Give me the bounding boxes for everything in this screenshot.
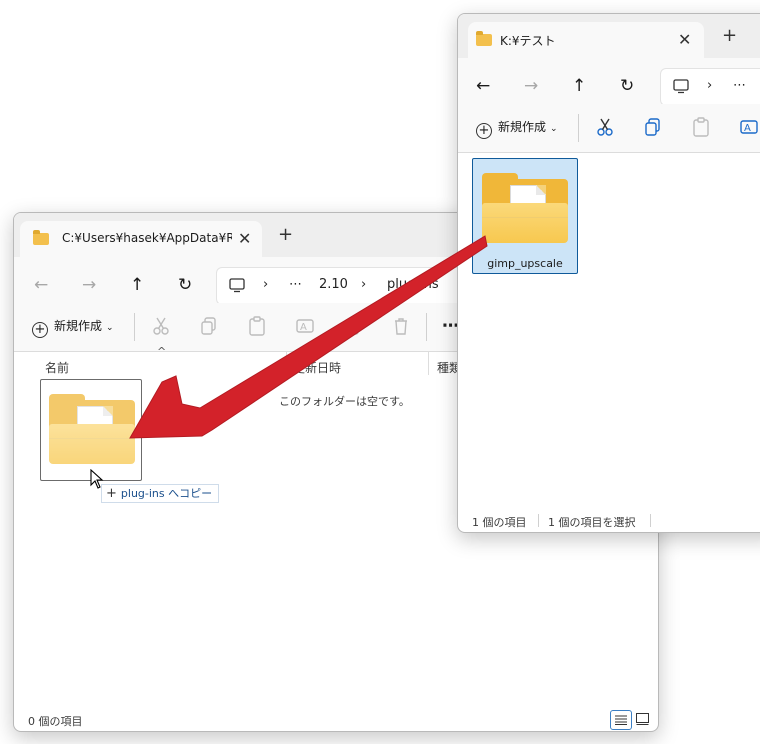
drag-arrow-annotation (129, 235, 488, 439)
red-arrow-icon (129, 235, 488, 439)
